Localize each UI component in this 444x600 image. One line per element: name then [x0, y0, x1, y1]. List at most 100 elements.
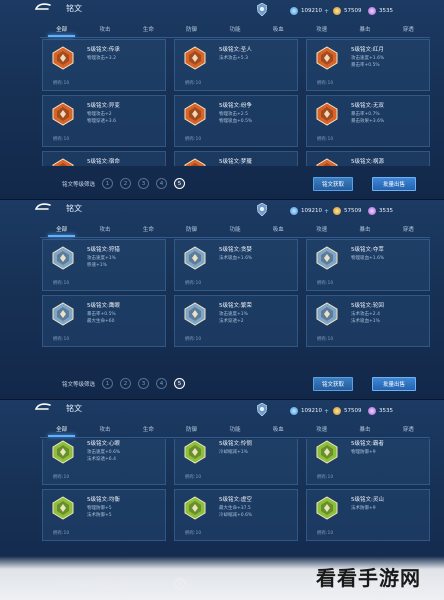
level-filter-5[interactable]: 5: [174, 178, 185, 189]
rune-card[interactable]: 5级铭文:贪婪 法术吸血+1.6% 拥有:10: [174, 239, 298, 291]
rune-card[interactable]: 5级铭文:灵山 法术防御+9 拥有:10: [306, 489, 430, 541]
rune-card[interactable]: 5级铭文:祸源: [306, 151, 430, 166]
rune-stat: 暴击率+0.7%: [351, 112, 380, 117]
rune-card[interactable]: 5级铭文:心眼 攻击速度+0.6% 法术穿透+6.4 拥有:10: [42, 439, 166, 485]
tab-lifesteal[interactable]: 吸血: [257, 224, 300, 236]
rune-owned-count: 拥有:10: [317, 81, 334, 86]
rune-card[interactable]: 5级铭文:异变 物理攻击+2 物理穿透+3.6 拥有:10: [42, 95, 166, 147]
rune-gem-icon: [315, 46, 339, 70]
rune-card[interactable]: 5级铭文:狩猎 攻击速度+1% 移速+1% 拥有:10: [42, 239, 166, 291]
rune-gem-icon: [51, 440, 75, 464]
rune-gem-icon: [315, 158, 339, 166]
tab-crit[interactable]: 暴击: [343, 424, 386, 436]
add-coupon-icon[interactable]: +: [324, 8, 329, 15]
tab-penetration[interactable]: 穿透: [387, 424, 430, 436]
tab-all[interactable]: 全部: [40, 224, 83, 237]
rune-card[interactable]: 5级铭文:宿命: [42, 151, 166, 166]
tab-utility[interactable]: 功能: [213, 424, 256, 436]
tab-lifesteal[interactable]: 吸血: [257, 24, 300, 36]
coupon-balance: 109210 +: [290, 406, 329, 416]
tab-defense[interactable]: 防御: [170, 24, 213, 36]
tab-lifesteal[interactable]: 吸血: [257, 424, 300, 436]
rune-owned-count: 拥有:10: [317, 337, 334, 342]
bulk-sell-button[interactable]: 批量出售: [372, 377, 416, 391]
tab-utility[interactable]: 功能: [213, 224, 256, 236]
rune-card[interactable]: 5级铭文:传承 物理攻击+3.2 拥有:10: [42, 39, 166, 91]
level-filter-2[interactable]: 2: [120, 378, 131, 389]
gold-amount: 57509: [344, 208, 362, 214]
rune-name: 5级铭文:灵山: [351, 497, 384, 503]
level-filter-1[interactable]: 1: [102, 378, 113, 389]
rune-owned-count: 拥有:10: [317, 137, 334, 142]
rune-name: 5级铭文:鹰眼: [87, 303, 120, 309]
tab-attack-speed[interactable]: 攻速: [300, 24, 343, 36]
level-filter-3[interactable]: 3: [138, 178, 149, 189]
tab-attack[interactable]: 攻击: [83, 224, 126, 236]
rune-card[interactable]: 5级铭文:轮回 法术攻击+2.4 法术吸血+1% 拥有:10: [306, 295, 430, 347]
tab-hp[interactable]: 生命: [127, 24, 170, 36]
back-arrow-icon[interactable]: [34, 403, 52, 413]
rune-card[interactable]: 5级铭文:梦魇: [174, 151, 298, 166]
tab-crit[interactable]: 暴击: [343, 224, 386, 236]
level-filter-4[interactable]: 4: [156, 378, 167, 389]
rune-stat: 最大生命+37.5: [219, 506, 251, 511]
tab-all[interactable]: 全部: [40, 24, 83, 37]
rune-stat: 最大生命+60: [87, 319, 115, 324]
rune-owned-count: 拥有:10: [53, 281, 70, 286]
rune-card[interactable]: 5级铭文:纷争 物理攻击+2.5 物理吸血+0.5% 拥有:10: [174, 95, 298, 147]
rune-card[interactable]: 5级铭文:怜悯 冷却缩减+1% 拥有:10: [174, 439, 298, 485]
rune-card[interactable]: 5级铭文:均衡 物理防御+5 法术防御+5 拥有:10: [42, 489, 166, 541]
rank-badge-icon[interactable]: [257, 3, 267, 16]
rune-card[interactable]: 5级铭文:虚空 最大生命+37.5 冷却缩减+0.6% 拥有:10: [174, 489, 298, 541]
tab-defense[interactable]: 防御: [170, 224, 213, 236]
level-filter-2[interactable]: 2: [120, 178, 131, 189]
rune-card[interactable]: 5级铭文:红月 攻击速度+1.6% 暴击率+0.5% 拥有:10: [306, 39, 430, 91]
bulk-sell-button[interactable]: 批量出售: [372, 177, 416, 191]
rune-acquire-button[interactable]: 铭文获取: [313, 177, 353, 191]
tab-attack[interactable]: 攻击: [83, 424, 126, 436]
tab-penetration[interactable]: 穿透: [387, 224, 430, 236]
rune-panel: 铭文 109210 +57509 3535 全部 攻击 生命 防御 功能 吸血 攻速 暴击 穿透 5级铭文…: [0, 0, 444, 200]
rune-card[interactable]: 5级铭文:霸者 物理防御+9 拥有:10: [306, 439, 430, 485]
tab-crit[interactable]: 暴击: [343, 24, 386, 36]
rune-gem-icon: [315, 440, 339, 464]
rune-stat: 冷却缩减+1%: [219, 450, 248, 455]
rune-name: 5级铭文:无双: [351, 103, 384, 109]
add-coupon-icon[interactable]: +: [324, 408, 329, 415]
page-title: 铭文: [66, 404, 82, 413]
rank-badge-icon[interactable]: [257, 203, 267, 216]
tab-attack-speed[interactable]: 攻速: [300, 224, 343, 236]
rune-acquire-button[interactable]: 铭文获取: [313, 377, 353, 391]
tab-attack[interactable]: 攻击: [83, 24, 126, 36]
back-arrow-icon[interactable]: [34, 203, 52, 213]
rune-stat: 冷却缩减+0.6%: [219, 513, 253, 518]
tab-hp[interactable]: 生命: [127, 424, 170, 436]
rune-card[interactable]: 5级铭文:鹰眼 暴击率+0.5% 最大生命+60 拥有:10: [42, 295, 166, 347]
rune-card[interactable]: 5级铭文:夺萃 物理吸血+1.6% 拥有:10: [306, 239, 430, 291]
level-filter-4[interactable]: 4: [156, 178, 167, 189]
rune-card[interactable]: 5级铭文:无双 暴击率+0.7% 暴击效果+3.6% 拥有:10: [306, 95, 430, 147]
add-coupon-icon[interactable]: +: [324, 208, 329, 215]
rune-gem-icon: [183, 246, 207, 270]
tab-divider: [40, 437, 430, 438]
rank-badge-icon[interactable]: [257, 403, 267, 416]
gem-amount: 3535: [379, 8, 393, 14]
tab-hp[interactable]: 生命: [127, 224, 170, 236]
rune-card[interactable]: 5级铭文:繁荣 攻击速度+1% 法术穿透+2 拥有:10: [174, 295, 298, 347]
gem-icon: [368, 407, 376, 415]
tab-defense[interactable]: 防御: [170, 424, 213, 436]
rune-name: 5级铭文:梦魇: [219, 159, 252, 165]
tab-all[interactable]: 全部: [40, 424, 83, 437]
tab-penetration[interactable]: 穿透: [387, 24, 430, 36]
level-filter-1[interactable]: 1: [102, 178, 113, 189]
rune-stat: 攻击速度+1%: [87, 256, 116, 261]
tab-divider: [40, 237, 430, 238]
gem-balance: 3535: [368, 206, 393, 216]
tab-attack-speed[interactable]: 攻速: [300, 424, 343, 436]
rune-card[interactable]: 5级铭文:圣人 法术攻击+5.3 拥有:10: [174, 39, 298, 91]
level-filter-5[interactable]: 5: [174, 378, 185, 389]
back-arrow-icon[interactable]: [34, 3, 52, 13]
tab-utility[interactable]: 功能: [213, 24, 256, 36]
rune-owned-count: 拥有:10: [185, 137, 202, 142]
level-filter-3[interactable]: 3: [138, 378, 149, 389]
